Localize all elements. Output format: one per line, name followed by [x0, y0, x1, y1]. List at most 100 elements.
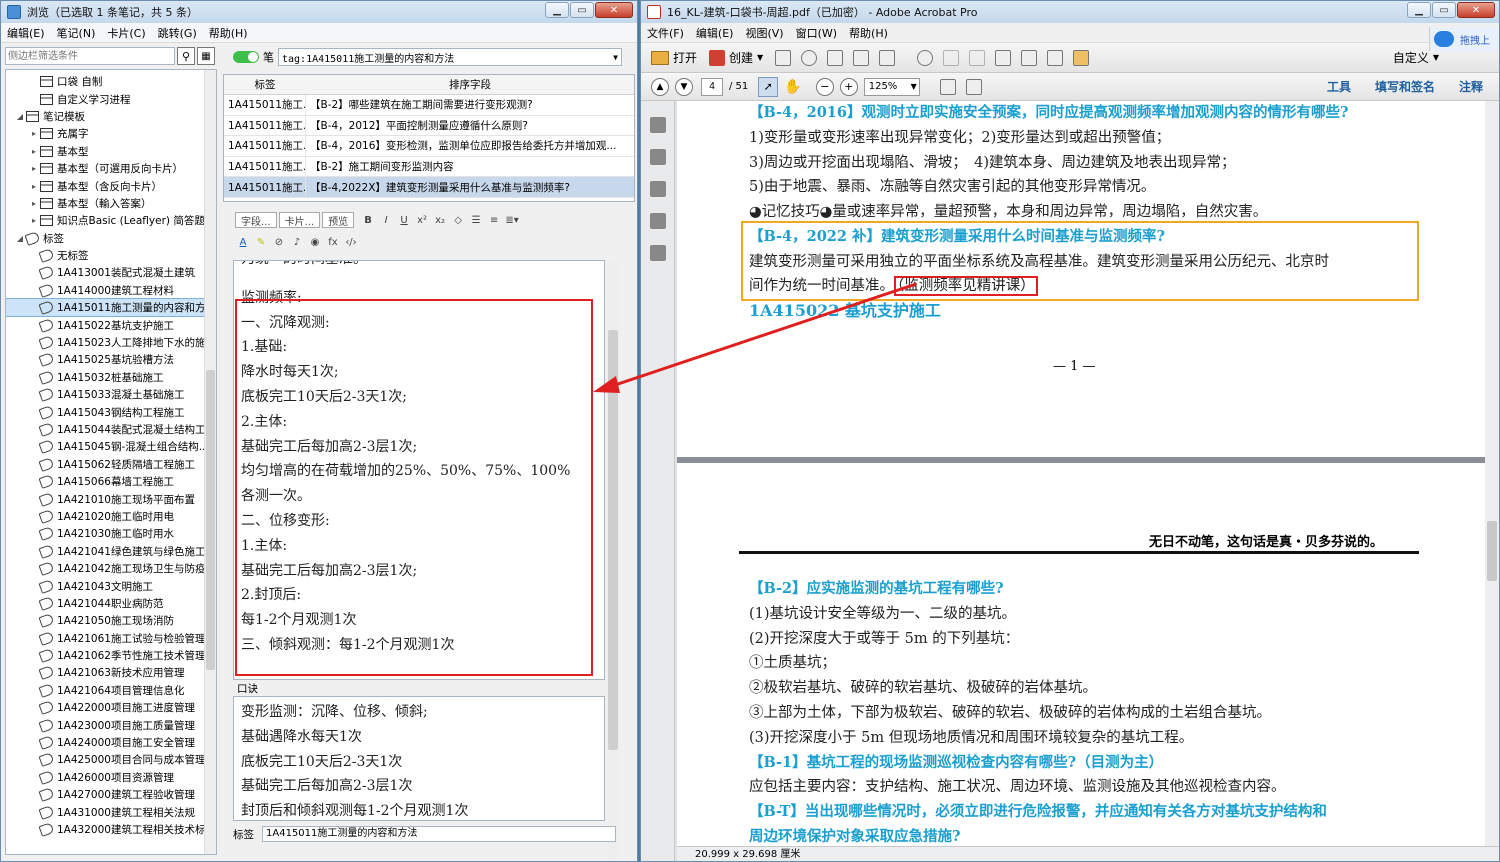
table-row[interactable]: 1A415011施工... 【B-2】哪些建筑在施工期间需要进行变形观测? — [224, 95, 634, 116]
sidebar-item[interactable]: 1A421041绿色建筑与绿色施工 — [6, 543, 216, 560]
copy-icon[interactable] — [1021, 49, 1038, 66]
maximize-button[interactable]: ▭ — [570, 2, 594, 18]
prev-page-icon[interactable]: ▲ — [651, 77, 669, 96]
sidebar-item[interactable]: 1A421030施工临时用水 — [6, 525, 216, 542]
lock-icon[interactable] — [649, 117, 666, 133]
eraser-icon[interactable]: ◇ — [450, 212, 466, 228]
sidebar-scrollbar[interactable] — [204, 70, 216, 854]
menu-edit[interactable]: 编辑(E) — [1, 25, 51, 41]
column-header-sort[interactable]: 排序字段 — [306, 77, 634, 92]
sidebar-item[interactable]: 1A421064项目管理信息化 — [6, 682, 216, 699]
sidebar-item[interactable]: 1A414000建筑工程材料 — [6, 282, 216, 299]
minimize-button[interactable]: ▁ — [545, 2, 569, 18]
expand-arrow-icon[interactable]: ▸ — [28, 216, 40, 225]
search-combobox[interactable]: tag:1A415011施工测量的内容和方法 ▼ — [278, 48, 622, 66]
sidebar-item[interactable]: 1A421020施工临时用电 — [6, 508, 216, 525]
sidebar-item[interactable]: ▸ 知识点Basic (Leaflyer) 简答题 — [6, 212, 216, 229]
sidebar-item[interactable]: ▸ 基本型（輸入答案） — [6, 195, 216, 212]
settings-icon[interactable] — [917, 49, 934, 66]
sidebar-item[interactable]: 1A415062轻质隔墙工程施工 — [6, 456, 216, 473]
preview-button[interactable]: 预览 — [322, 212, 355, 228]
sidebar-item[interactable]: 1A415045钢-混凝土组合结构... — [6, 438, 216, 455]
acrobat-menu-edit[interactable]: 编辑(E) — [690, 25, 740, 41]
sidebar-item[interactable]: 1A421050施工现场消防 — [6, 612, 216, 629]
zoom-select[interactable]: 125% ▼ — [863, 77, 920, 96]
grid-icon[interactable]: ▦ — [197, 47, 215, 65]
ordered-list-icon[interactable]: ≡ — [486, 212, 502, 228]
column-header-tag[interactable]: 标签 — [224, 77, 306, 92]
signature-icon[interactable] — [649, 245, 666, 261]
sidebar-item[interactable]: ▸ 基本型（可選用反向卡片） — [6, 160, 216, 177]
fit-width-icon[interactable] — [965, 78, 982, 95]
fill-sign-panel-button[interactable]: 填写和签名 — [1375, 78, 1435, 95]
editor-field-koujue[interactable]: 变形监测：沉降、位移、倾斜; 基础遇降水每天1次 底板完工10天后2-3天1次 基础完… — [233, 696, 605, 821]
sidebar-item[interactable]: 1A421043文明施工 — [6, 577, 216, 594]
print-icon[interactable] — [827, 49, 844, 66]
expand-arrow-icon[interactable]: ◢ — [14, 112, 26, 121]
sidebar-item[interactable]: ▸ 基本型（含反向卡片） — [6, 177, 216, 194]
sidebar-item[interactable]: ◢ 标签 — [6, 230, 216, 247]
html-editor-icon[interactable]: ‹/› — [343, 234, 359, 250]
sidebar-item[interactable]: 1A421061施工试验与检验管理 — [6, 630, 216, 647]
sidebar-item[interactable]: 1A423000项目施工质量管理 — [6, 716, 216, 733]
upload-icon[interactable] — [801, 49, 818, 66]
stamp-icon[interactable] — [969, 49, 986, 66]
bold-icon[interactable]: B — [360, 212, 376, 228]
sidebar-item[interactable]: 1A415043钢结构工程施工 — [6, 403, 216, 420]
expand-arrow-icon[interactable]: ▸ — [28, 164, 40, 173]
sidebar-filter-input[interactable] — [5, 47, 175, 65]
sidebar-item[interactable]: ▸ 基本型 — [6, 143, 216, 160]
sidebar-item[interactable]: 口袋 自制 — [6, 73, 216, 90]
expand-arrow-icon[interactable]: ▸ — [28, 182, 40, 191]
page-number-input[interactable] — [701, 77, 723, 96]
acrobat-menu-window[interactable]: 窗口(W) — [790, 25, 843, 41]
table-row[interactable]: 1A415011施工... 【B-2】施工期间变形监测内容 — [224, 156, 634, 178]
acrobat-maximize-button[interactable]: ▭ — [1432, 2, 1456, 18]
attach-file-icon[interactable] — [995, 49, 1012, 66]
table-row[interactable]: 1A415011施工... 【B-4,2022X】建筑变形测量采用什么基准与监测频… — [224, 177, 634, 198]
menu-cards[interactable]: 卡片(C) — [101, 25, 151, 41]
search-icon[interactable]: ⚲ — [177, 47, 195, 65]
acrobat-menu-file[interactable]: 文件(F) — [641, 25, 690, 41]
menu-help[interactable]: 帮助(H) — [203, 25, 254, 41]
table-row[interactable]: 1A415011施工... 【B-4，2016】变形检测，监测单位应即报告给委托方… — [224, 136, 634, 157]
sidebar-item[interactable]: 自定义学习进程 — [6, 90, 216, 107]
subscript-icon[interactable]: x₂ — [432, 212, 448, 228]
sidebar-item[interactable]: 1A415025基坑验槽方法 — [6, 351, 216, 368]
sidebar-item[interactable]: 1A421063新技术应用管理 — [6, 664, 216, 681]
export-icon[interactable] — [1047, 49, 1064, 66]
viewport-scrollbar[interactable] — [1485, 101, 1499, 846]
fields-button[interactable]: 字段... — [235, 212, 277, 228]
sidebar-item[interactable]: 1A424000项目施工安全管理 — [6, 734, 216, 751]
email-icon[interactable] — [879, 49, 896, 66]
sidebar-item[interactable]: 1A415011施工测量的内容和方法 — [6, 298, 216, 318]
comment-icon[interactable] — [943, 49, 960, 66]
expand-arrow-icon[interactable]: ▸ — [28, 199, 40, 208]
sidebar-item[interactable]: 1A421062季节性施工技术管理 — [6, 647, 216, 664]
sidebar-item[interactable]: 1A415044装配式混凝土结构工... — [6, 421, 216, 438]
tags-input[interactable]: 1A415011施工测量的内容和方法 — [262, 826, 616, 842]
hand-tool-icon[interactable]: ✋ — [784, 79, 801, 95]
sidebar-item[interactable]: 1A422000项目施工进度管理 — [6, 699, 216, 716]
sidebar-item[interactable]: 1A415033混凝土基础施工 — [6, 386, 216, 403]
sidebar-item[interactable]: 1A415023人工降排地下水的施工 — [6, 334, 216, 351]
sidebar-item[interactable]: 1A425000项目合同与成本管理 — [6, 751, 216, 768]
notes-cards-toggle[interactable] — [233, 51, 259, 63]
underline-icon[interactable]: U — [396, 212, 412, 228]
sidebar-item[interactable]: 1A431000建筑工程相关法规 — [6, 803, 216, 820]
tools-panel-button[interactable]: 工具 — [1327, 78, 1351, 95]
sidebar-item[interactable]: 1A432000建筑工程相关技术标准 — [6, 821, 216, 838]
bookmark-icon[interactable] — [649, 181, 666, 197]
cloud-panel[interactable]: 拖拽上 — [1429, 27, 1499, 51]
sidebar-item[interactable]: ▸ 充属字 — [6, 125, 216, 142]
table-row[interactable]: 1A415011施工... 【B-4，2012】平面控制测量应遵循什么原则? — [224, 115, 634, 137]
editor-scrollbar[interactable] — [607, 260, 619, 860]
acrobat-close-button[interactable]: ✕ — [1457, 2, 1495, 18]
italic-icon[interactable]: I — [378, 212, 394, 228]
superscript-icon[interactable]: x² — [414, 212, 430, 228]
acrobat-menu-view[interactable]: 视图(V) — [739, 25, 789, 41]
text-color-icon[interactable]: A — [235, 234, 251, 250]
sidebar-item[interactable]: ◢ 笔记模板 — [6, 108, 216, 125]
sign-icon[interactable] — [1073, 49, 1090, 66]
sidebar-item[interactable]: 无标签 — [6, 247, 216, 264]
